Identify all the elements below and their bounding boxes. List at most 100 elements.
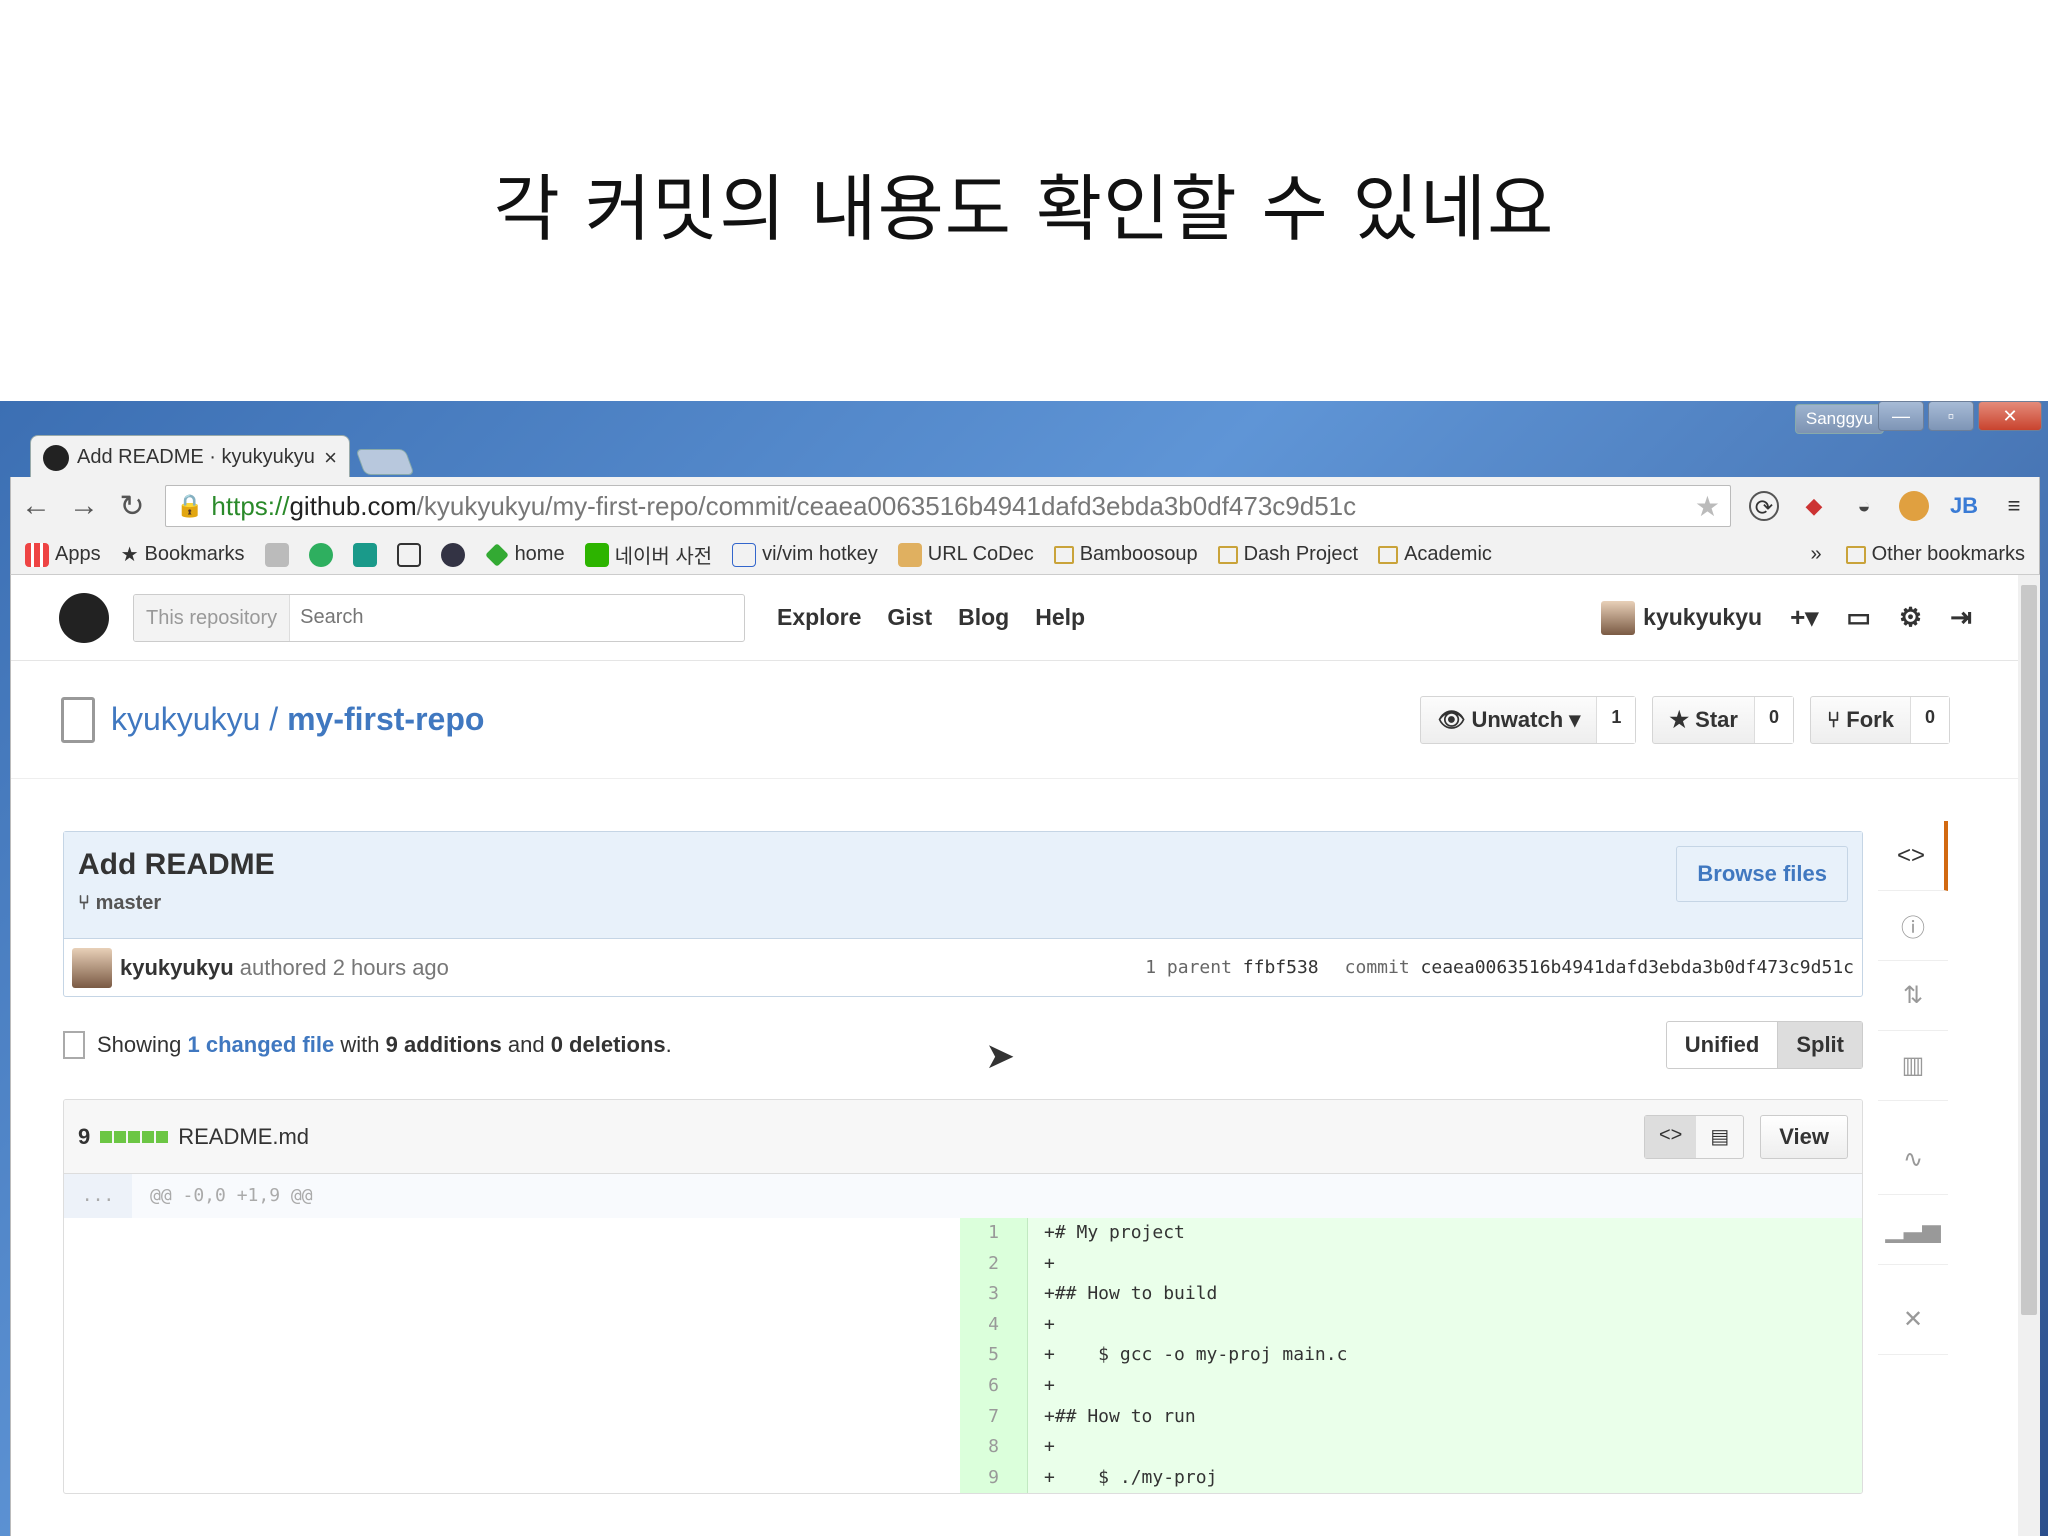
bookmarks-overflow-button[interactable]: » [1810, 543, 1821, 566]
bookmark-folder-dash[interactable]: Dash Project [1217, 543, 1358, 566]
unwatch-button[interactable]: 👁 Unwatch ▾ [1421, 697, 1596, 743]
bookmark-icon-2[interactable] [308, 542, 333, 567]
pull-requests-tab-icon[interactable]: ⇅ [1878, 961, 1948, 1031]
sync-extension-icon[interactable]: ⟳ [1749, 491, 1779, 521]
repo-title: kyukyukyu / my-first-repo [111, 701, 485, 737]
diff-line: 5 + $ gcc -o my-proj main.c [960, 1340, 1862, 1371]
diff-line: 4 + [960, 1309, 1862, 1341]
unified-button[interactable]: Unified [1667, 1022, 1778, 1068]
diff-line: 6 + [960, 1370, 1862, 1402]
bookmark-bookmarks[interactable]: ★ Bookmarks [121, 542, 245, 567]
repo-search[interactable]: This repository [133, 593, 745, 642]
bookmark-url-codec[interactable]: URL CoDec [897, 542, 1034, 567]
sofa-extension-icon[interactable]: ◆ [1799, 491, 1829, 521]
bookmark-icon-5[interactable] [440, 542, 465, 567]
bookmarks-bar: Apps ★ Bookmarks home 네이버 사전 vi/vim hotke… [10, 535, 2040, 575]
diff-line: 7 +## How to run [960, 1401, 1862, 1433]
wiki-tab-icon[interactable]: ▥ [1878, 1031, 1948, 1101]
cookie-extension-icon[interactable] [1899, 491, 1929, 521]
file-name[interactable]: README.md [178, 1124, 309, 1150]
forward-arrow-icon[interactable]: → [69, 489, 99, 523]
close-window-button[interactable]: ✕ [1978, 401, 2042, 431]
reload-icon[interactable]: ↻ [117, 489, 147, 524]
hunk-range: @@ -0,0 +1,9 @@ [150, 1185, 313, 1206]
address-bar[interactable]: 🔒 https://github.com/kyukyukyu/my-first-… [165, 485, 1731, 527]
bookmark-apps[interactable]: Apps [25, 542, 101, 567]
bookmark-icon-1[interactable] [264, 542, 289, 567]
back-arrow-icon[interactable]: ← [21, 489, 51, 523]
user-profile-link[interactable]: kyukyukyu [1601, 600, 1762, 635]
settings-tab-icon[interactable]: ✕ [1878, 1285, 1948, 1355]
bookmark-other[interactable]: Other bookmarks [1845, 543, 2025, 566]
jb-extension-icon[interactable]: JB [1949, 491, 1979, 521]
author-avatar[interactable] [72, 947, 112, 988]
maximize-button[interactable]: ▫ [1928, 401, 1974, 431]
inbox-icon[interactable]: ▭ [1846, 602, 1871, 633]
minimize-button[interactable]: — [1878, 401, 1924, 431]
bookmark-icon-4[interactable] [396, 542, 421, 567]
github-logo-icon[interactable] [59, 592, 109, 643]
author-link[interactable]: kyukyukyu [120, 955, 234, 981]
watch-count[interactable]: 1 [1596, 696, 1636, 743]
folder-icon [1845, 545, 1866, 564]
bookmark-icon-3[interactable] [352, 542, 377, 567]
menu-icon[interactable]: ≡ [1999, 491, 2029, 521]
diffstat-bars [100, 1130, 169, 1143]
code-tab-icon[interactable]: <> [1878, 821, 1948, 891]
tab-active[interactable]: Add README · kyukyukyu × [30, 435, 350, 479]
window-controls: — ▫ ✕ [1878, 401, 2042, 431]
star-count[interactable]: 0 [1753, 696, 1793, 743]
github-header: This repository Explore Gist Blog Help k… [11, 575, 2020, 661]
nav-blog[interactable]: Blog [958, 604, 1009, 631]
c-favicon-icon [440, 542, 465, 567]
nav-explore[interactable]: Explore [777, 604, 861, 631]
parent-sha-link[interactable]: ffbf538 [1243, 957, 1319, 978]
expand-hunk[interactable]: ... [64, 1174, 132, 1218]
view-file-button[interactable]: View [1760, 1114, 1848, 1159]
file-diff: 9 README.md <> ▤ View ... @@ -0,0 +1,9 @… [63, 1099, 1863, 1495]
tab-close-icon[interactable]: × [324, 445, 337, 471]
star-button[interactable]: ★ Star [1653, 697, 1754, 743]
diff-line: 9 + $ ./my-proj [960, 1462, 1862, 1494]
header-nav: Explore Gist Blog Help [777, 604, 1085, 631]
code-view-icon[interactable]: <> [1644, 1115, 1697, 1158]
repo-header: kyukyukyu / my-first-repo 👁 Unwatch ▾ 1 … [11, 661, 2020, 779]
rendered-view-icon[interactable]: ▤ [1696, 1116, 1743, 1158]
page-scrollbar[interactable] [2018, 575, 2040, 1536]
nav-help[interactable]: Help [1035, 604, 1085, 631]
repo-owner-link[interactable]: kyukyukyu [111, 701, 260, 737]
gear-icon[interactable]: ⚙ [1899, 602, 1922, 633]
graphs-tab-icon[interactable]: ▁▃▅ [1878, 1195, 1948, 1265]
search-input[interactable] [290, 606, 744, 629]
mouse-cursor-icon: ➤ [985, 1035, 1016, 1076]
pocket-extension-icon[interactable]: ◒ [1849, 491, 1879, 521]
folder-icon [1217, 545, 1238, 564]
bookmark-star-icon[interactable]: ★ [1695, 490, 1720, 523]
fork-count[interactable]: 0 [1909, 696, 1949, 743]
bookmark-vim[interactable]: vi/vim hotkey [732, 542, 878, 567]
repo-name-link[interactable]: my-first-repo [287, 701, 484, 737]
bookmark-folder-bamboosoup[interactable]: Bamboosoup [1053, 543, 1198, 566]
file-view-mode: <> ▤ [1643, 1114, 1745, 1159]
file-diff-icon [63, 1031, 85, 1059]
fork-button-group: ⑂ Fork 0 [1809, 695, 1950, 744]
diff-right: 1 +# My project 2 + 3 +## How to build 4 + 5… [960, 1218, 1862, 1494]
pulse-tab-icon[interactable]: ∿ [1878, 1125, 1948, 1195]
sign-out-icon[interactable]: ⇥ [1950, 602, 1972, 633]
browse-files-button[interactable]: Browse files [1676, 846, 1848, 902]
fork-button[interactable]: ⑂ Fork [1811, 697, 1910, 743]
split-button[interactable]: Split [1777, 1022, 1862, 1068]
bookmark-naver-dict[interactable]: 네이버 사전 [584, 540, 712, 569]
create-new-icon[interactable]: +▾ [1790, 602, 1818, 633]
issues-tab-icon[interactable]: ⓘ [1878, 891, 1948, 961]
new-tab-button[interactable] [355, 449, 415, 475]
diff-summary: Showing 1 changed file with 9 additions … [63, 997, 1863, 1093]
changed-files-link[interactable]: 1 changed file [188, 1032, 335, 1058]
bookmark-folder-academic[interactable]: Academic [1378, 543, 1492, 566]
scrollbar-thumb[interactable] [2021, 585, 2037, 1315]
bookmark-home[interactable]: home [484, 542, 565, 567]
nav-gist[interactable]: Gist [887, 604, 932, 631]
commit-sha: ceaea0063516b4941dafd3ebda3b0df473c9d51c [1420, 957, 1854, 978]
commit-content: Add README ⑂ master Browse files kyukyuk… [63, 831, 1863, 1495]
commit-header: Add README ⑂ master Browse files [64, 832, 1862, 938]
